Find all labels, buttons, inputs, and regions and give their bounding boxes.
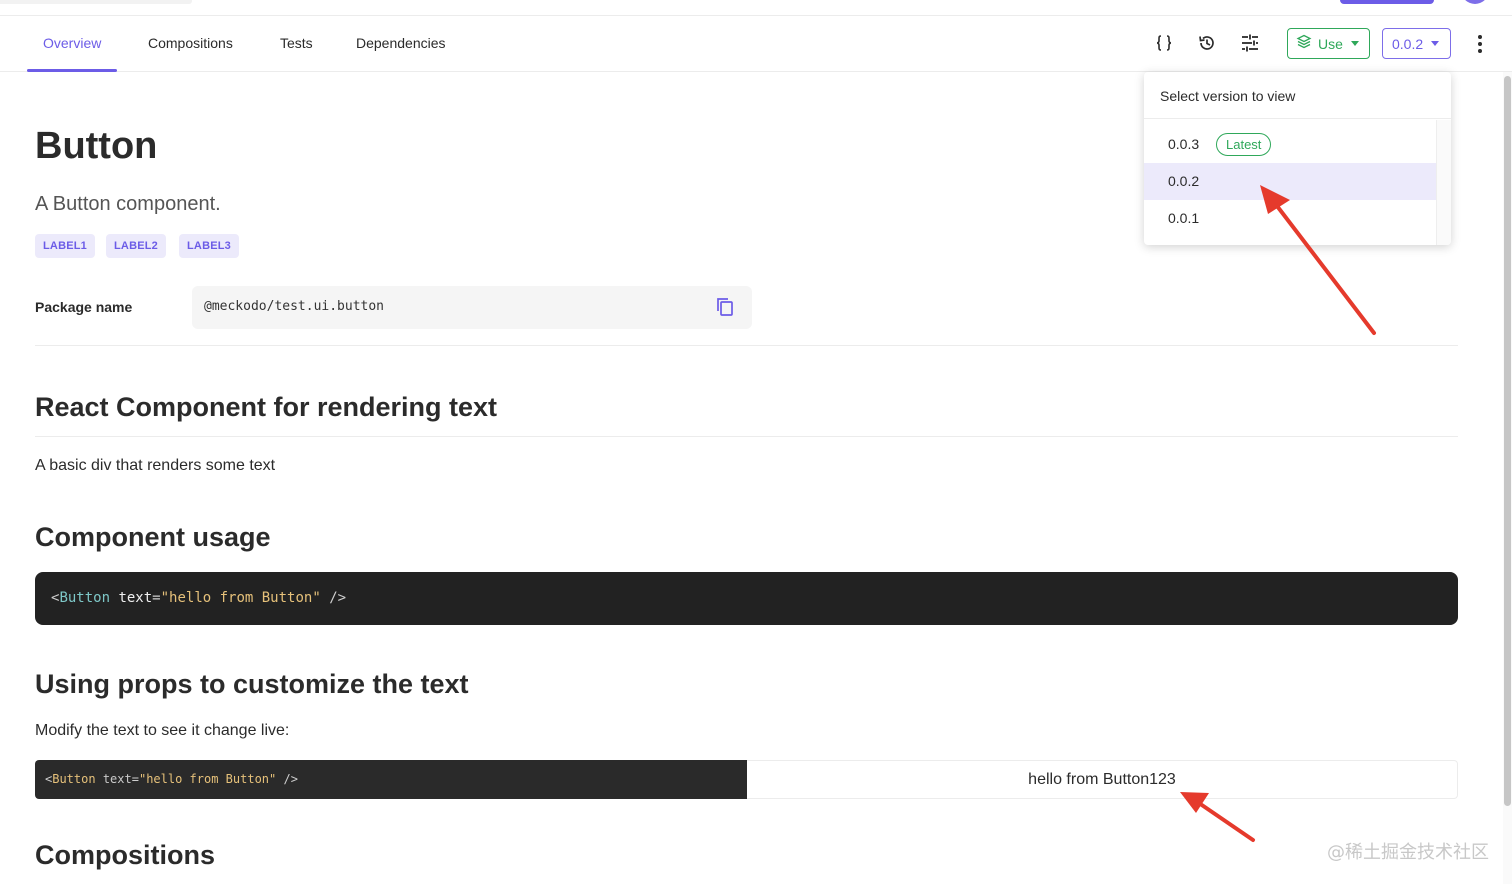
package-cube-icon xyxy=(1296,34,1312,53)
code-token: "hello from Button" xyxy=(138,772,277,786)
version-option-label: 0.0.3 xyxy=(1168,136,1200,152)
version-option-label: 0.0.1 xyxy=(1168,210,1200,226)
tab-compositions[interactable]: Compositions xyxy=(148,17,233,72)
label-chip[interactable]: LABEL1 xyxy=(35,234,95,258)
code-token: Button xyxy=(52,772,96,786)
code-token: text xyxy=(102,772,132,786)
version-select-button[interactable]: 0.0.2 xyxy=(1382,28,1451,59)
code-token: /> xyxy=(276,772,298,786)
tab-tests[interactable]: Tests xyxy=(280,17,313,72)
package-name-field: @meckodo/test.ui.button xyxy=(192,286,752,329)
header-primary-button[interactable] xyxy=(1340,0,1434,4)
user-avatar[interactable] xyxy=(1461,0,1489,4)
copy-icon[interactable] xyxy=(714,296,736,318)
code-token: text xyxy=(118,590,153,606)
tab-dependencies[interactable]: Dependencies xyxy=(356,17,446,72)
top-header-strip xyxy=(0,0,1512,16)
watermark: @稀土掘金技术社区 xyxy=(1327,842,1489,863)
version-option-label: 0.0.2 xyxy=(1168,173,1200,189)
code-token: = xyxy=(152,590,161,606)
page-scrollbar-thumb[interactable] xyxy=(1504,76,1511,806)
tab-overview[interactable]: Overview xyxy=(26,17,118,72)
page-scrollbar[interactable] xyxy=(1503,72,1512,884)
header-left-placeholder xyxy=(0,0,192,4)
version-dropdown-title: Select version to view xyxy=(1144,72,1451,119)
use-button[interactable]: Use xyxy=(1287,28,1370,59)
chevron-down-icon xyxy=(1350,41,1359,46)
use-button-label: Use xyxy=(1318,35,1343,52)
version-dropdown-menu: Select version to view 0.0.3 Latest 0.0.… xyxy=(1144,72,1451,245)
props-section-heading: Using props to customize the text xyxy=(35,669,469,699)
version-select-label: 0.0.2 xyxy=(1392,35,1424,52)
code-token: /> xyxy=(320,590,347,606)
react-section-heading: React Component for rendering text xyxy=(35,392,498,422)
chevron-down-icon xyxy=(1431,41,1440,46)
code-token: Button xyxy=(59,590,111,606)
react-section-text: A basic div that renders some text xyxy=(35,457,276,474)
live-code-editor[interactable]: <Button text="hello from Button" /> xyxy=(35,760,747,799)
live-preview-output: hello from Button123 xyxy=(747,760,1458,799)
label-chip[interactable]: LABEL3 xyxy=(179,234,239,258)
component-title: Button xyxy=(35,125,158,167)
usage-code-block[interactable]: <Button text="hello from Button" /> xyxy=(35,572,1458,625)
latest-badge: Latest xyxy=(1216,133,1272,156)
component-tabs-bar: Overview Compositions Tests Dependencies… xyxy=(0,17,1512,72)
section-divider xyxy=(35,345,1458,346)
package-name-label: Package name xyxy=(35,299,133,315)
code-token: = xyxy=(131,772,139,786)
label-chip[interactable]: LABEL2 xyxy=(106,234,166,258)
section-divider xyxy=(35,436,1458,437)
more-vertical-icon[interactable] xyxy=(1470,30,1490,58)
settings-sliders-icon[interactable] xyxy=(1235,28,1265,58)
compositions-section-heading: Compositions xyxy=(35,840,215,870)
version-option-0-0-3[interactable]: 0.0.3 Latest xyxy=(1144,126,1436,163)
props-section-text: Modify the text to see it change live: xyxy=(35,722,290,739)
version-option-0-0-1[interactable]: 0.0.1 xyxy=(1144,200,1436,237)
usage-section-heading: Component usage xyxy=(35,522,271,552)
component-description: A Button component. xyxy=(35,193,221,215)
history-icon[interactable] xyxy=(1192,28,1222,58)
dropdown-scrollbar[interactable] xyxy=(1436,120,1451,245)
annotation-arrow xyxy=(1180,792,1255,842)
version-option-0-0-2[interactable]: 0.0.2 xyxy=(1144,163,1436,200)
package-name-value: @meckodo/test.ui.button xyxy=(204,299,385,314)
code-token: "hello from Button" xyxy=(160,590,321,606)
code-braces-icon[interactable] xyxy=(1149,28,1179,58)
